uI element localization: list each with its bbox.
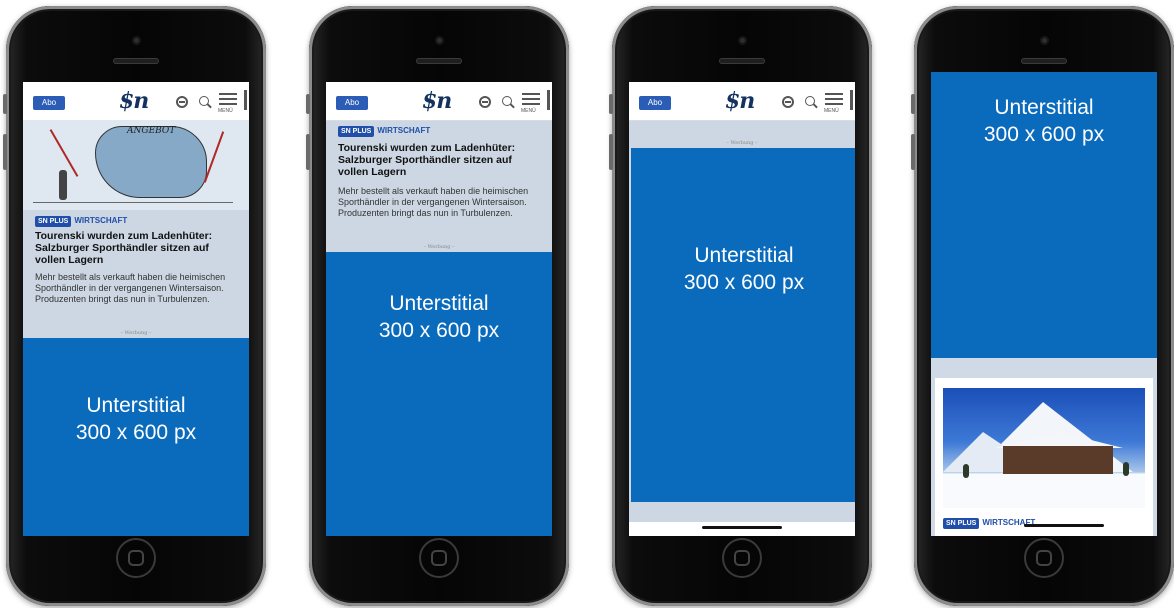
side-button <box>911 134 915 170</box>
phone-screen: Unterstitial 300 x 600 px SN PLUS WIRTSCH… <box>931 72 1157 536</box>
sn-logo[interactable]: $n <box>725 88 755 114</box>
phone-screen: Abo $n MENÜ SN PLUS WIRTSCHAFT Tourenski … <box>326 82 552 536</box>
section-tag[interactable]: SN PLUS WIRTSCHAFT <box>338 126 430 138</box>
section-tag[interactable]: SN PLUS WIRTSCHAFT <box>35 216 127 228</box>
hamburger-menu-icon[interactable] <box>825 93 843 108</box>
ad-size: 300 x 600 px <box>983 123 1105 146</box>
cartoon-ground <box>33 202 233 203</box>
tree <box>963 464 969 478</box>
side-button <box>911 94 915 114</box>
cartoon-caption: ANGEBOT <box>127 126 176 136</box>
abo-button[interactable]: Abo <box>33 96 65 110</box>
tree <box>1123 462 1129 476</box>
camera-icon <box>132 36 141 45</box>
interstitial-ad[interactable]: Unterstitial 300 x 600 px <box>931 72 1157 358</box>
speaker-grille <box>719 58 765 64</box>
camera-icon <box>435 36 444 45</box>
ad-title: Unterstitial <box>86 394 186 417</box>
scrollbar[interactable] <box>244 90 247 110</box>
hamburger-menu-icon[interactable] <box>522 93 540 108</box>
site-header: Abo $n MENÜ <box>23 82 249 121</box>
camera-icon <box>738 36 747 45</box>
speaker-grille <box>416 58 462 64</box>
side-button <box>609 94 613 114</box>
interstitial-ad[interactable]: Unterstitial 300 x 600 px <box>23 338 249 536</box>
ad-marker: – Werbung – <box>120 330 152 336</box>
search-icon[interactable] <box>502 96 512 106</box>
home-button[interactable] <box>116 538 156 578</box>
article-cartoon-image[interactable]: ANGEBOT <box>23 120 249 210</box>
ad-size: 300 x 600 px <box>75 421 197 444</box>
section-label: WIRTSCHAFT <box>74 216 128 225</box>
menu-label: MENÜ <box>824 108 839 114</box>
site-header: Abo $n MENÜ <box>326 82 552 121</box>
phone-mockup-2: Abo $n MENÜ SN PLUS WIRTSCHAFT Tourenski … <box>306 6 569 606</box>
search-icon[interactable] <box>805 96 815 106</box>
home-indicator[interactable] <box>1024 524 1104 527</box>
home-indicator[interactable] <box>702 526 782 529</box>
ad-marker: – Werbung – <box>726 140 758 146</box>
hamburger-menu-icon[interactable] <box>219 93 237 108</box>
article-headline[interactable]: Tourenski wurden zum Ladenhüter: Salzbur… <box>35 230 241 266</box>
side-button <box>306 134 310 170</box>
article-card[interactable]: SN PLUS WIRTSCHAFT <box>935 378 1153 536</box>
article-lead: Mehr bestellt als verkauft haben die hei… <box>35 272 226 304</box>
ad-size: 300 x 600 px <box>378 319 500 342</box>
sn-plus-badge: SN PLUS <box>943 518 980 529</box>
sn-plus-badge: SN PLUS <box>338 126 375 137</box>
side-button <box>3 134 7 170</box>
site-header: Abo $n MENÜ <box>629 82 855 121</box>
cartoon-person <box>59 170 67 200</box>
user-icon[interactable] <box>176 96 188 108</box>
phone-screen: Abo $n MENÜ ANGEBOT SN PLUS WIRTSCHAFT To… <box>23 82 249 536</box>
side-button <box>306 94 310 114</box>
cartoon-figure <box>95 126 207 198</box>
ad-size: 300 x 600 px <box>683 271 805 294</box>
ad-title: Unterstitial <box>694 244 794 267</box>
abo-button[interactable]: Abo <box>639 96 671 110</box>
article-headline[interactable]: Tourenski wurden zum Ladenhüter: Salzbur… <box>338 142 544 178</box>
bottom-bar <box>629 522 855 536</box>
sn-plus-badge: SN PLUS <box>35 216 72 227</box>
menu-label: MENÜ <box>218 108 233 114</box>
phone-screen: Abo $n MENÜ – Werbung – Unterstitial 300… <box>629 82 855 536</box>
snow-field <box>943 474 1145 508</box>
search-icon[interactable] <box>199 96 209 106</box>
ad-title: Unterstitial <box>389 292 489 315</box>
phone-mockup-1: Abo $n MENÜ ANGEBOT SN PLUS WIRTSCHAFT To… <box>3 6 266 606</box>
section-tag[interactable]: SN PLUS WIRTSCHAFT <box>943 518 1035 530</box>
user-icon[interactable] <box>782 96 794 108</box>
mountain-hut-photo[interactable] <box>943 388 1145 508</box>
scrollbar[interactable] <box>850 90 853 110</box>
home-button[interactable] <box>1024 538 1064 578</box>
section-label: WIRTSCHAFT <box>377 126 431 135</box>
phone-mockup-3: Abo $n MENÜ – Werbung – Unterstitial 300… <box>609 6 872 606</box>
menu-label: MENÜ <box>521 108 536 114</box>
sn-logo[interactable]: $n <box>119 88 149 114</box>
scrollbar[interactable] <box>547 90 550 110</box>
side-button <box>3 94 7 114</box>
sn-logo[interactable]: $n <box>422 88 452 114</box>
speaker-grille <box>1021 58 1067 64</box>
home-button[interactable] <box>722 538 762 578</box>
interstitial-ad[interactable]: Unterstitial 300 x 600 px <box>326 252 552 536</box>
speaker-grille <box>113 58 159 64</box>
home-button[interactable] <box>419 538 459 578</box>
side-button <box>609 134 613 170</box>
camera-icon <box>1040 36 1049 45</box>
ad-title: Unterstitial <box>994 96 1094 119</box>
interstitial-ad[interactable]: Unterstitial 300 x 600 px <box>631 148 855 502</box>
user-icon[interactable] <box>479 96 491 108</box>
ad-marker: – Werbung – <box>423 244 455 250</box>
article-lead: Mehr bestellt als verkauft haben die hei… <box>338 186 529 218</box>
abo-button[interactable]: Abo <box>336 96 368 110</box>
cartoon-ski <box>203 131 225 183</box>
phone-mockup-4: Unterstitial 300 x 600 px SN PLUS WIRTSCH… <box>911 6 1174 606</box>
